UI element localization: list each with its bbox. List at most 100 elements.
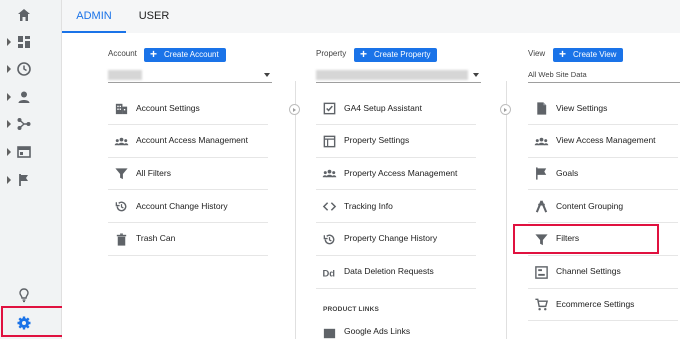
create-account-label: Create Account xyxy=(164,50,219,59)
conversions-nav-item[interactable] xyxy=(0,167,62,193)
create-property-button[interactable]: + Create Property xyxy=(354,47,438,62)
product-links-heading: PRODUCT LINKS xyxy=(323,306,380,313)
settings-item-account-access-management[interactable]: Account Access Management xyxy=(108,126,268,158)
settings-item-label: Property Change History xyxy=(344,233,438,244)
acquisition-icon xyxy=(14,114,34,134)
settings-item-google-ads-links[interactable]: Google Ads Links xyxy=(316,322,476,339)
tab-user[interactable]: USER xyxy=(126,0,182,33)
view-label: View xyxy=(528,49,546,58)
filter-icon xyxy=(114,166,130,182)
expand-caret-icon xyxy=(7,120,11,128)
settings-item-ga4-setup-assistant[interactable]: GA4 Setup Assistant xyxy=(316,93,476,125)
expand-caret-icon xyxy=(7,176,11,184)
expand-caret-icon xyxy=(7,148,11,156)
flag-icon xyxy=(14,170,34,190)
window-icon xyxy=(322,134,338,150)
building-icon xyxy=(114,101,130,117)
view-column: View + Create View All Web Site Data View… xyxy=(528,33,680,339)
expand-caret-icon xyxy=(7,38,11,46)
settings-item-account-change-history[interactable]: Account Change History xyxy=(108,191,268,224)
home-nav-item[interactable] xyxy=(0,2,62,28)
create-view-label: Create View xyxy=(573,50,617,59)
settings-item-label: Account Settings xyxy=(136,102,200,113)
settings-item-view-settings[interactable]: View Settings xyxy=(528,93,678,125)
settings-item-content-grouping[interactable]: Content Grouping xyxy=(528,191,678,224)
settings-item-property-settings[interactable]: Property Settings xyxy=(316,126,476,158)
column-divider xyxy=(506,81,507,339)
svg-text:Dd: Dd xyxy=(322,268,335,278)
settings-item-label: Channel Settings xyxy=(556,266,621,276)
home-icon xyxy=(14,5,34,25)
history-icon xyxy=(114,199,130,215)
dd-icon: Dd xyxy=(322,265,338,281)
left-nav-sidebar xyxy=(0,0,62,339)
expand-caret-icon xyxy=(7,65,11,73)
dropdown-arrow-icon xyxy=(264,73,270,77)
settings-item-trash-can[interactable]: Trash Can xyxy=(108,224,268,256)
customization-nav-item[interactable] xyxy=(0,29,62,55)
column-divider xyxy=(295,81,296,339)
dropdown-arrow-icon xyxy=(473,73,479,77)
settings-item-label: Content Grouping xyxy=(556,200,624,211)
settings-item-label: Tracking Info xyxy=(344,200,393,211)
acquisition-nav-item[interactable] xyxy=(0,111,62,137)
property-name-redacted xyxy=(316,70,468,80)
channel-icon xyxy=(534,265,550,281)
settings-item-property-change-history[interactable]: Property Change History xyxy=(316,224,476,256)
settings-item-label: Data Deletion Requests xyxy=(344,266,434,276)
audience-nav-item[interactable] xyxy=(0,84,62,110)
settings-item-data-deletion-requests[interactable]: Dd Data Deletion Requests xyxy=(316,257,476,289)
settings-item-channel-settings[interactable]: Channel Settings xyxy=(528,257,678,289)
account-label: Account xyxy=(108,49,137,58)
discover-nav-item[interactable] xyxy=(0,282,62,308)
trash-icon xyxy=(114,232,130,248)
settings-item-label: Property Access Management xyxy=(344,167,458,178)
admin-main-panel: ADMIN USER Account + Create Account Accou… xyxy=(62,0,680,339)
property-label: Property xyxy=(316,49,347,58)
document-icon xyxy=(534,101,550,117)
flag-icon xyxy=(534,166,550,182)
behavior-nav-item[interactable] xyxy=(0,139,62,165)
admin-tabs: ADMIN USER xyxy=(62,0,680,33)
property-selector[interactable] xyxy=(316,68,481,83)
checkbox-icon xyxy=(322,101,338,117)
cart-icon xyxy=(534,297,550,313)
create-account-button[interactable]: + Create Account xyxy=(144,48,226,62)
account-selector[interactable] xyxy=(108,68,272,83)
settings-item-label: Trash Can xyxy=(136,233,176,244)
people-icon xyxy=(534,134,550,150)
view-selector-underline xyxy=(528,68,680,83)
account-column: Account + Create Account Account Settings… xyxy=(108,33,274,339)
person-icon xyxy=(14,87,34,107)
settings-item-filters[interactable]: Filters xyxy=(528,224,678,256)
dashboard-icon xyxy=(14,32,34,52)
filter-icon xyxy=(534,232,550,248)
settings-item-account-settings[interactable]: Account Settings xyxy=(108,93,268,125)
history-icon xyxy=(322,232,338,248)
column-arrow-icon xyxy=(500,104,511,115)
expand-caret-icon xyxy=(7,93,11,101)
settings-item-ecommerce-settings[interactable]: Ecommerce Settings xyxy=(528,289,678,322)
people-icon xyxy=(322,166,338,182)
settings-item-tracking-info[interactable]: Tracking Info xyxy=(316,191,476,224)
create-view-button[interactable]: + Create View xyxy=(553,47,624,62)
settings-item-goals[interactable]: Goals xyxy=(528,158,678,191)
admin-nav-item[interactable] xyxy=(0,310,62,336)
settings-item-label: Filters xyxy=(556,233,580,244)
plus-icon: + xyxy=(559,47,567,61)
settings-item-all-filters[interactable]: All Filters xyxy=(108,158,268,191)
plus-icon: + xyxy=(360,47,368,61)
settings-item-property-access-management[interactable]: Property Access Management xyxy=(316,158,476,191)
gear-icon xyxy=(14,313,34,333)
settings-item-label: Account Change History xyxy=(136,200,228,211)
realtime-nav-item[interactable] xyxy=(0,56,62,82)
ads-icon xyxy=(322,326,338,339)
settings-item-label: All Filters xyxy=(136,167,171,178)
settings-item-label: Google Ads Links xyxy=(344,326,411,336)
settings-item-label: GA4 Setup Assistant xyxy=(344,102,422,113)
tab-admin[interactable]: ADMIN xyxy=(62,0,126,33)
settings-item-label: Property Settings xyxy=(344,135,410,146)
column-arrow-icon xyxy=(289,104,300,115)
settings-item-label: View Access Management xyxy=(556,135,656,146)
settings-item-view-access-management[interactable]: View Access Management xyxy=(528,126,678,158)
